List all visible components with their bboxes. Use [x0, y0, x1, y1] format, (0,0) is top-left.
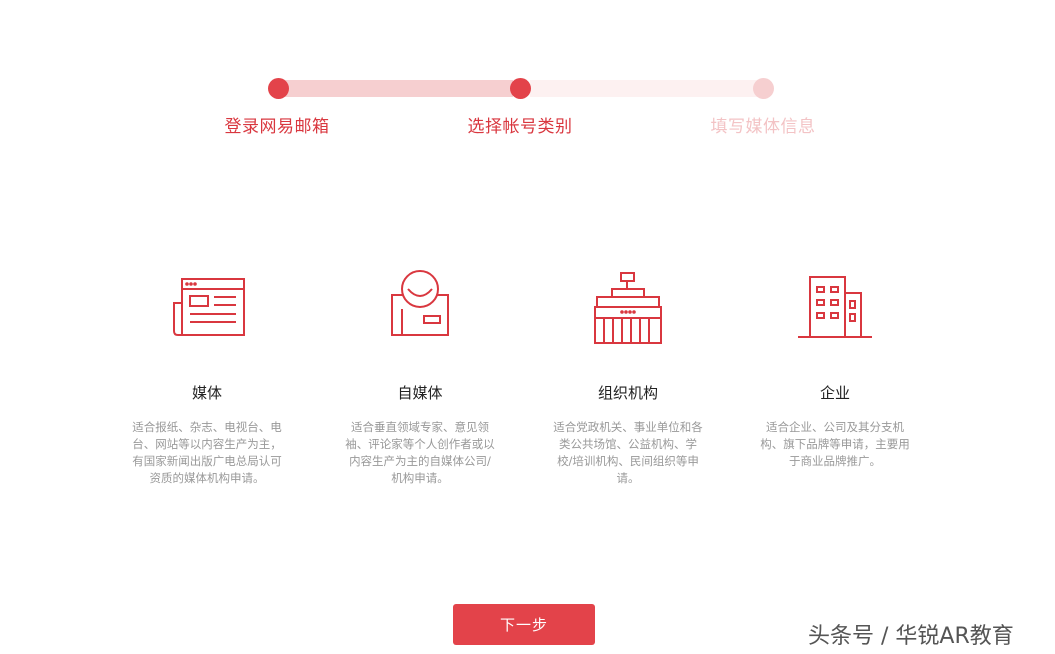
newspaper-icon [173, 278, 245, 336]
government-building-icon [594, 272, 662, 344]
account-type-organization[interactable]: 组织机构 适合党政机关、事业单位和各类公共场馆、公益机构、学校/培训机构、民间组… [538, 265, 718, 487]
account-type-title: 组织机构 [597, 384, 658, 402]
step-3-label: 填写媒体信息 [710, 117, 816, 137]
next-step-button[interactable]: 下一步 [453, 604, 595, 645]
account-type-description: 适合报纸、杂志、电视台、电台、网站等以内容生产为主，有国家新闻出版广电总局认可资… [132, 420, 282, 485]
account-type-self-media[interactable]: 自媒体 适合垂直领域专家、意见领袖、评论家等个人创作者或以内容生产为主的自媒体公… [330, 265, 510, 487]
progress-track-remaining [530, 80, 758, 97]
account-type-description: 适合党政机关、事业单位和各类公共场馆、公益机构、学校/培训机构、民间组织等申请。 [553, 420, 703, 485]
step-1-label: 登录网易邮箱 [224, 117, 330, 137]
account-type-media[interactable]: 媒体 适合报纸、杂志、电视台、电台、网站等以内容生产为主，有国家新闻出版广电总局… [117, 265, 297, 487]
progress-track-completed [285, 80, 513, 97]
step-3-marker [753, 78, 774, 99]
account-type-description: 适合企业、公司及其分支机构、旗下品牌等申请，主要用于商业品牌推广。 [760, 420, 910, 468]
account-type-description: 适合垂直领域专家、意见领袖、评论家等个人创作者或以内容生产为主的自媒体公司/机构… [345, 420, 495, 485]
account-type-title: 媒体 [191, 384, 222, 402]
step-1-marker [268, 78, 289, 99]
account-type-title: 自媒体 [397, 384, 443, 402]
step-2-label: 选择帐号类别 [467, 117, 573, 137]
account-type-enterprise[interactable]: 企业 适合企业、公司及其分支机构、旗下品牌等申请，主要用于商业品牌推广。 [745, 265, 925, 470]
watermark: 头条号 / 华锐AR教育 [808, 624, 1014, 649]
account-type-title: 企业 [819, 384, 850, 402]
step-2-marker [510, 78, 531, 99]
office-building-icon [798, 276, 872, 338]
person-badge-icon [391, 270, 449, 336]
